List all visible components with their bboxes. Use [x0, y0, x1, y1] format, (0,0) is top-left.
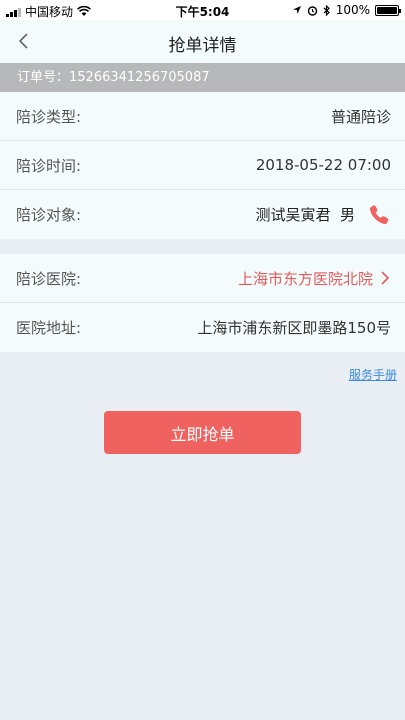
page-title: 抢单详情 [168, 36, 237, 56]
patient-value: 测试吴寅君 男 [255, 206, 355, 224]
hospital-card: 陪诊医院: 上海市东方医院北院 医院地址: 上海市浦东新区即墨路150号 [0, 254, 405, 352]
chevron-right-icon[interactable] [379, 270, 391, 286]
detail-card: 陪诊类型: 普通陪诊 陪诊时间: 2018-05-22 07:00 陪诊对象: … [0, 92, 405, 239]
type-value: 普通陪诊 [330, 107, 391, 126]
nav-bar: 抢单详情 [0, 20, 405, 63]
hospital-row[interactable]: 陪诊医院: 上海市东方医院北院 [0, 254, 405, 303]
hospital-value[interactable]: 上海市东方医院北院 [238, 268, 373, 289]
time-value: 2018-05-22 07:00 [255, 156, 391, 174]
patient-value-wrap: 测试吴寅君 男 [255, 203, 391, 227]
location-icon [292, 6, 301, 14]
bluetooth-icon [323, 4, 330, 16]
status-bar: 中国移动 下午5:04 100% [0, 0, 405, 20]
hospital-label: 陪诊医院: [16, 269, 82, 288]
hospital-value-wrap[interactable]: 上海市东方医院北院 [238, 268, 391, 289]
battery-fill [377, 6, 397, 14]
battery-percent: 100% [335, 3, 370, 17]
service-manual-link[interactable]: 服务手册 [349, 366, 397, 383]
type-label: 陪诊类型: [16, 107, 82, 126]
detail-row-type: 陪诊类型: 普通陪诊 [0, 92, 405, 141]
address-value: 上海市浦东新区即墨路150号 [197, 319, 391, 337]
alarm-icon [307, 5, 317, 16]
order-number: 订单号：15266341256705087 [17, 70, 210, 85]
status-right: 100% [292, 3, 401, 17]
grab-order-button[interactable]: 立即抢单 [104, 411, 301, 454]
address-label: 医院地址: [16, 319, 82, 337]
detail-row-time: 陪诊时间: 2018-05-22 07:00 [0, 141, 405, 190]
phone-icon[interactable] [367, 203, 391, 227]
order-number-bar: 订单号：15266341256705087 [0, 63, 405, 92]
patient-label: 陪诊对象: [16, 206, 82, 224]
time-label: 陪诊时间: [16, 156, 82, 175]
battery-icon [375, 4, 401, 16]
address-row: 医院地址: 上海市浦东新区即墨路150号 [0, 303, 405, 352]
detail-row-patient: 陪诊对象: 测试吴寅君 男 [0, 190, 405, 239]
